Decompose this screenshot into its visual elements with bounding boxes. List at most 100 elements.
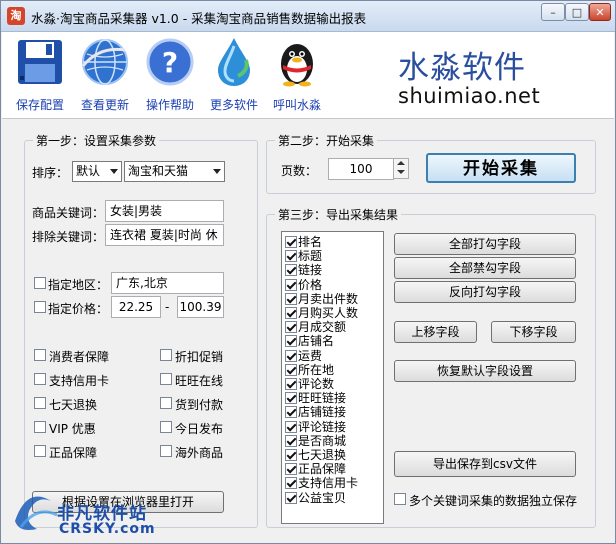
restore-default-fields-button[interactable]: 恢复默认字段设置 (394, 360, 576, 382)
more-software-button[interactable]: 更多软件 (202, 36, 266, 113)
field-list-item[interactable]: 排名 (285, 235, 322, 249)
app-window: 淘 水淼·淘宝商品采集器 v1.0 - 采集淘宝商品销售数据输出报表 – □ ✕… (0, 0, 616, 544)
field-checkbox[interactable] (285, 491, 297, 504)
invert-fields-button[interactable]: 反向打勾字段 (394, 281, 576, 303)
scope-value: 淘宝和天猫 (128, 164, 189, 178)
field-list-item[interactable]: 旺旺链接 (285, 391, 346, 405)
region-checkbox[interactable] (34, 277, 46, 289)
pages-spinner[interactable] (393, 158, 409, 179)
field-checkbox[interactable] (285, 307, 297, 319)
help-icon: ? (146, 38, 194, 86)
field-label: 运费 (298, 348, 323, 363)
maximize-button[interactable]: □ (565, 3, 589, 21)
field-label: 公益宝贝 (298, 490, 347, 505)
field-checkbox[interactable] (285, 406, 297, 419)
field-label: 评论数 (298, 377, 335, 391)
field-checkbox[interactable] (285, 449, 297, 461)
field-list-item[interactable]: 评论链接 (285, 420, 346, 434)
uncheck-all-fields-button[interactable]: 全部禁勾字段 (394, 257, 576, 279)
option-checkbox[interactable] (34, 445, 46, 457)
field-checkbox[interactable] (285, 278, 297, 291)
field-checkbox[interactable] (285, 363, 297, 376)
option-checkbox[interactable] (34, 349, 46, 361)
field-checkbox[interactable] (285, 250, 297, 263)
option-checkbox[interactable] (160, 349, 172, 361)
move-up-button[interactable]: 上移字段 (394, 321, 477, 343)
field-label: 链接 (298, 263, 323, 278)
globe-icon (81, 39, 128, 85)
field-list-item[interactable]: 是否商城 (285, 434, 346, 448)
field-checkbox[interactable] (285, 392, 297, 405)
move-down-button[interactable]: 下移字段 (491, 321, 576, 343)
help-button[interactable]: ? 操作帮助 (138, 36, 202, 113)
field-checkbox[interactable] (285, 264, 297, 277)
price-max-input[interactable]: 100.39 (177, 296, 224, 318)
pages-input[interactable]: 100 (328, 158, 394, 180)
start-collect-button[interactable]: 开始采集 (426, 153, 576, 183)
option-checkbox[interactable] (160, 445, 172, 457)
field-checkbox[interactable] (285, 236, 297, 248)
watermark-text-en: CRSKY.com (59, 521, 156, 537)
field-list-item[interactable]: 七天退换 (285, 448, 346, 462)
field-list-item[interactable]: 标题 (285, 249, 322, 263)
check-update-button[interactable]: 查看更新 (73, 36, 137, 113)
field-list-item[interactable]: 链接 (285, 263, 322, 277)
exclude-input[interactable]: 连衣裙 夏装|时尚 休 (105, 224, 224, 246)
price-min-input[interactable]: 22.25 (111, 296, 161, 318)
close-button[interactable]: ✕ (589, 3, 611, 21)
field-list-item[interactable]: 评论数 (285, 377, 334, 391)
option-label: 旺旺在线 (175, 374, 224, 388)
brand-logo-en: shuimiao.net (398, 84, 541, 108)
export-csv-button[interactable]: 导出保存到csv文件 (394, 451, 576, 477)
option-checkbox[interactable] (34, 421, 46, 433)
sort-select[interactable]: 默认 (72, 161, 122, 182)
field-list-item[interactable]: 店铺链接 (285, 405, 346, 419)
field-list-item[interactable]: 价格 (285, 278, 322, 292)
field-list-item[interactable]: 月卖出件数 (285, 292, 358, 306)
keyword-input[interactable]: 女装|男装 (105, 200, 224, 222)
separate-save-checkbox[interactable] (394, 493, 406, 505)
toolbar-label: 呼叫水淼 (272, 98, 321, 112)
option-label: 货到付款 (175, 398, 224, 412)
field-checkbox[interactable] (285, 335, 297, 348)
field-checkbox[interactable] (285, 463, 297, 476)
chevron-down-icon (110, 169, 118, 174)
field-list[interactable]: 排名 标题 链接 价格 月卖出件数 月购买人数 月成交额 店铺名 运费 所在地 评论数 旺旺链接 店铺链… (281, 231, 384, 524)
field-list-item[interactable]: 店铺名 (285, 334, 334, 348)
region-input[interactable]: 广东,北京 (111, 272, 224, 294)
field-checkbox[interactable] (285, 477, 297, 490)
field-checkbox[interactable] (285, 420, 297, 433)
option-checkbox[interactable] (34, 397, 46, 409)
field-label: 支持信用卡 (298, 476, 359, 491)
field-list-item[interactable]: 支持信用卡 (285, 476, 358, 490)
field-checkbox[interactable] (285, 434, 297, 447)
call-shuimiao-button[interactable]: 呼叫水淼 (265, 36, 329, 113)
qq-penguin-icon (281, 44, 313, 87)
field-checkbox[interactable] (285, 321, 297, 334)
check-all-fields-button[interactable]: 全部打勾字段 (394, 233, 576, 255)
field-list-item[interactable]: 公益宝贝 (285, 491, 346, 505)
field-checkbox[interactable] (285, 349, 297, 362)
field-checkbox[interactable] (285, 378, 297, 390)
option-checkbox[interactable] (160, 373, 172, 385)
field-list-item[interactable]: 月成交额 (285, 320, 346, 334)
scope-select[interactable]: 淘宝和天猫 (124, 161, 225, 182)
field-label: 价格 (298, 277, 323, 292)
step3-legend: 第三步：导出采集结果 (275, 206, 402, 223)
option-checkbox[interactable] (34, 373, 46, 385)
field-checkbox[interactable] (285, 292, 297, 305)
option-checkbox[interactable] (160, 397, 172, 409)
minimize-button[interactable]: – (541, 3, 565, 21)
field-list-item[interactable]: 所在地 (285, 363, 334, 377)
field-list-item[interactable]: 运费 (285, 349, 322, 363)
field-label: 标题 (298, 249, 323, 264)
price-checkbox[interactable] (34, 301, 46, 313)
spin-down-icon[interactable] (394, 168, 408, 177)
field-list-item[interactable]: 正品保障 (285, 462, 346, 476)
toolbar-label: 操作帮助 (145, 98, 194, 112)
save-config-button[interactable]: 保存配置 (8, 36, 72, 113)
spin-up-icon[interactable] (394, 159, 408, 168)
field-label: 正品保障 (298, 462, 347, 477)
field-list-item[interactable]: 月购买人数 (285, 306, 358, 320)
option-checkbox[interactable] (160, 421, 172, 433)
